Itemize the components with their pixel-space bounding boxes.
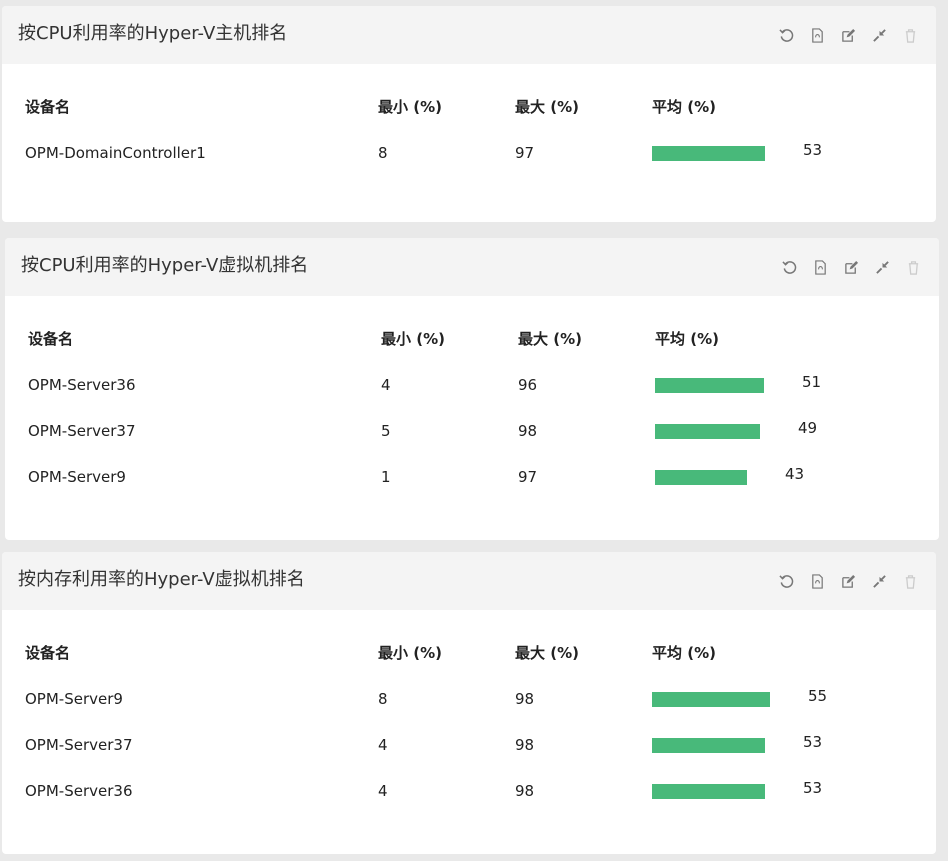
avg-bar [655,378,764,393]
avg-value: 49 [798,419,818,437]
device-name[interactable]: OPM-Server9 [25,687,123,711]
widget-header: 按内存利用率的Hyper-V虚拟机排名 [2,552,936,610]
minimize-button[interactable] [864,25,895,45]
table-row: OPM-Server37 4 98 53 [2,733,936,757]
column-header-min: 最小 (%) [378,644,442,662]
column-header-max: 最大 (%) [518,330,582,348]
max-value: 98 [515,736,535,754]
table-row: OPM-DomainController1 8 97 53 [2,141,936,165]
export-pdf-button[interactable] [802,25,833,45]
min-value: 1 [381,468,391,486]
delete-button[interactable] [895,25,926,45]
column-header-min: 最小 (%) [378,98,442,116]
avg-bar [652,738,765,753]
table-header-row: 设备名 最小 (%) 最大 (%) 平均 (%) [2,641,936,665]
min-value: 4 [378,736,388,754]
max-value: 96 [518,376,538,394]
widget-toolbar [771,25,926,45]
min-value: 4 [381,376,391,394]
min-value: 8 [378,690,388,708]
widget-title: 按CPU利用率的Hyper-V主机排名 [18,23,288,44]
avg-value: 53 [803,141,823,159]
widget-title: 按内存利用率的Hyper-V虚拟机排名 [18,569,305,590]
refresh-icon [782,260,797,274]
export-pdf-button[interactable] [802,571,833,591]
table-row: OPM-Server36 4 96 51 [5,373,939,397]
min-value: 4 [378,782,388,800]
column-header-name: 设备名 [25,98,71,116]
export-pdf-button[interactable] [805,257,836,277]
delete-button[interactable] [895,571,926,591]
device-name[interactable]: OPM-Server36 [25,779,132,803]
export-pdf-icon [812,573,823,589]
avg-bar [652,784,765,799]
widget-hyperv-vm-memory: 按内存利用率的Hyper-V虚拟机排名 设备名 最小 (%) 最大 (%) 平均 [2,552,936,854]
avg-value: 53 [803,733,823,751]
avg-value: 53 [803,779,823,797]
widget-title: 按CPU利用率的Hyper-V虚拟机排名 [21,255,309,276]
refresh-button[interactable] [771,571,802,591]
edit-button[interactable] [836,257,867,277]
column-header-max: 最大 (%) [515,644,579,662]
avg-value: 43 [785,465,805,483]
edit-button[interactable] [833,571,864,591]
min-value: 8 [378,144,388,162]
table-row: OPM-Server9 1 97 43 [5,465,939,489]
delete-button[interactable] [898,257,929,277]
export-pdf-icon [815,259,826,275]
column-header-avg: 平均 (%) [652,644,716,662]
widget-hyperv-host-cpu: 按CPU利用率的Hyper-V主机排名 设备名 最小 (%) 最大 (%) 平均 [2,6,936,222]
max-value: 98 [515,690,535,708]
minimize-icon [873,28,886,42]
avg-bar [655,424,760,439]
column-header-avg: 平均 (%) [655,330,719,348]
device-name[interactable]: OPM-Server36 [28,373,135,397]
minimize-icon [876,260,889,274]
max-value: 97 [518,468,538,486]
table-header-row: 设备名 最小 (%) 最大 (%) 平均 (%) [5,327,939,351]
table-row: OPM-Server9 8 98 55 [2,687,936,711]
widget-header: 按CPU利用率的Hyper-V主机排名 [2,6,936,64]
max-value: 98 [518,422,538,440]
refresh-button[interactable] [774,257,805,277]
export-pdf-icon [812,27,823,43]
edit-icon [845,260,859,274]
device-name[interactable]: OPM-Server37 [25,733,132,757]
device-name[interactable]: OPM-DomainController1 [25,141,206,165]
delete-icon [905,28,916,43]
refresh-icon [779,28,794,42]
max-value: 97 [515,144,535,162]
column-header-name: 设备名 [28,330,74,348]
edit-button[interactable] [833,25,864,45]
refresh-button[interactable] [771,25,802,45]
delete-icon [905,574,916,589]
column-header-max: 最大 (%) [515,98,579,116]
minimize-button[interactable] [864,571,895,591]
minimize-icon [873,574,886,588]
table-row: OPM-Server37 5 98 49 [5,419,939,443]
max-value: 98 [515,782,535,800]
table-header-row: 设备名 最小 (%) 最大 (%) 平均 (%) [2,95,936,119]
avg-value: 51 [802,373,822,391]
edit-icon [842,574,856,588]
widget-toolbar [774,257,929,277]
avg-bar [652,692,770,707]
column-header-min: 最小 (%) [381,330,445,348]
column-header-avg: 平均 (%) [652,98,716,116]
min-value: 5 [381,422,391,440]
avg-value: 55 [808,687,828,705]
edit-icon [842,28,856,42]
widget-toolbar [771,571,926,591]
column-header-name: 设备名 [25,644,71,662]
avg-bar [652,146,765,161]
widget-hyperv-vm-cpu: 按CPU利用率的Hyper-V虚拟机排名 设备名 最小 (%) 最大 (%) 平 [5,238,939,540]
widget-header: 按CPU利用率的Hyper-V虚拟机排名 [5,238,939,296]
table-row: OPM-Server36 4 98 53 [2,779,936,803]
delete-icon [908,260,919,275]
minimize-button[interactable] [867,257,898,277]
avg-bar [655,470,747,485]
device-name[interactable]: OPM-Server9 [28,465,126,489]
device-name[interactable]: OPM-Server37 [28,419,135,443]
refresh-icon [779,574,794,588]
